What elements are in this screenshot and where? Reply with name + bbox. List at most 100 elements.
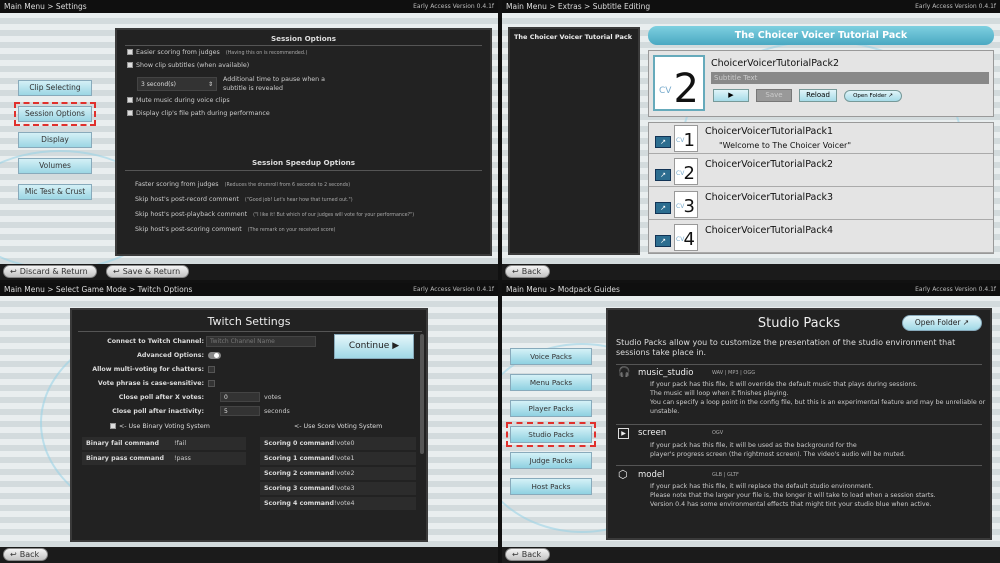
back-button[interactable]: ↩ Back	[3, 548, 49, 561]
clip-name: ChoicerVoicerTutorialPack4	[705, 225, 834, 236]
cv-logo-icon: CV	[676, 170, 685, 177]
checkbox-icon[interactable]	[127, 49, 133, 55]
menu-menu-packs[interactable]: Menu Packs	[510, 374, 592, 391]
cv-logo-icon: CV	[659, 86, 672, 96]
command-label: Scoring 2 command	[264, 470, 335, 477]
menu-volumes[interactable]: Volumes	[18, 158, 92, 174]
case-sensitive-checkbox[interactable]	[208, 380, 215, 387]
speedup-skip-post-playback[interactable]: Skip host's post-playback comment ("I lik…	[135, 211, 414, 218]
scoring-4-row: Scoring 4 command !vote4	[260, 497, 416, 510]
speedup-note: (The remark on your received score)	[247, 228, 336, 233]
advanced-toggle[interactable]	[208, 352, 221, 359]
checkbox-icon[interactable]	[127, 110, 133, 116]
clip-thumbnail: CV 2	[674, 158, 698, 185]
open-folder-button[interactable]: Open Folder ↗	[902, 315, 982, 331]
opt-display-file-path[interactable]: Display clip's file path during performa…	[127, 110, 270, 117]
checkbox-icon[interactable]	[110, 423, 116, 429]
open-folder-button[interactable]: Open Folder ↗	[844, 90, 902, 102]
option-label: <- Use Binary Voting System	[119, 423, 210, 430]
edit-clip-button[interactable]: ↗	[655, 202, 671, 214]
checkbox-icon[interactable]	[127, 62, 133, 68]
menu-host-packs[interactable]: Host Packs	[510, 478, 592, 495]
file-formats: WAV | MP3 | OGG	[712, 370, 756, 376]
edit-clip-button[interactable]: ↗	[655, 235, 671, 247]
scrollbar[interactable]	[420, 334, 424, 454]
command-input[interactable]: !fail	[174, 439, 186, 448]
file-formats: OGV	[712, 430, 724, 436]
menu-voice-packs[interactable]: Voice Packs	[510, 348, 592, 365]
command-input[interactable]: !vote2	[334, 469, 354, 478]
save-return-button[interactable]: ↩ Save & Return	[106, 265, 190, 278]
breadcrumb-bar: Main Menu > Settings Early Access Versio…	[0, 0, 498, 13]
panel-title: Twitch Settings	[207, 315, 291, 328]
breadcrumb-bar: Main Menu > Select Game Mode > Twitch Op…	[0, 283, 498, 296]
speedup-note: (Reduces the drumroll from 6 seconds to …	[224, 183, 351, 188]
command-input[interactable]: !vote0	[334, 439, 354, 448]
pause-seconds-select[interactable]: 3 second(s) ⇕	[137, 77, 217, 91]
menu-session-options[interactable]: Session Options	[14, 102, 96, 126]
list-item[interactable]: ↗ CV 3 ChoicerVoicerTutorialPack3	[649, 189, 993, 220]
return-arrow-icon: ↩	[10, 267, 17, 276]
reload-button[interactable]: Reload	[799, 89, 837, 102]
channel-name-input[interactable]: Twitch Channel Name	[206, 336, 316, 347]
close-votes-input[interactable]: 0	[220, 392, 260, 402]
list-item[interactable]: ↗ CV 4 ChoicerVoicerTutorialPack4	[649, 222, 993, 253]
close-votes-label: Close poll after X votes:	[118, 394, 204, 401]
command-input[interactable]: !vote1	[334, 454, 354, 463]
stepper-icon[interactable]: ⇕	[208, 78, 213, 91]
speedup-skip-post-record[interactable]: Skip host's post-record comment ("Good jo…	[135, 196, 353, 203]
divider	[78, 331, 422, 332]
command-input[interactable]: !vote3	[334, 484, 354, 493]
speedup-note: ("Good job! Let's hear how that turned o…	[244, 198, 353, 203]
list-item[interactable]: ↗ CV 2 ChoicerVoicerTutorialPack2	[649, 156, 993, 187]
clip-number: 1	[683, 130, 695, 151]
opt-easier-scoring[interactable]: Easier scoring from judges (Having this o…	[127, 49, 307, 56]
version-label: Early Access Version 0.4.1f	[413, 3, 494, 10]
button-label: Discard & Return	[19, 267, 88, 276]
menu-studio-packs[interactable]: Studio Packs	[506, 422, 596, 447]
multi-voting-checkbox[interactable]	[208, 366, 215, 373]
seconds-unit: seconds	[264, 408, 290, 415]
binary-fail-row: Binary fail command !fail	[82, 437, 246, 450]
current-clip-editor: CV 2 ChoicerVoicerTutorialPack2 Subtitle …	[648, 50, 994, 117]
save-button[interactable]: Save	[756, 89, 792, 102]
button-label: Back	[521, 267, 542, 276]
cv-logo-icon: CV	[676, 203, 685, 210]
play-button[interactable]: ▶	[713, 89, 749, 102]
menu-player-packs[interactable]: Player Packs	[510, 400, 592, 417]
menu-display[interactable]: Display	[18, 132, 92, 148]
file-name: screen	[638, 428, 667, 438]
menu-clip-selecting[interactable]: Clip Selecting	[18, 80, 92, 96]
session-options-title: Session Options	[270, 34, 337, 43]
speedup-skip-post-scoring[interactable]: Skip host's post-scoring comment (The rem…	[135, 226, 335, 233]
list-item[interactable]: ↗ CV 1 ChoicerVoicerTutorialPack1 "Welcom…	[649, 123, 993, 154]
back-button[interactable]: ↩ Back	[505, 265, 551, 278]
menu-mic-test[interactable]: Mic Test & Crust	[18, 184, 92, 200]
checkbox-icon[interactable]	[127, 97, 133, 103]
pause-value: 3 second(s)	[141, 81, 176, 88]
file-name: model	[638, 470, 665, 480]
edit-clip-button[interactable]: ↗	[655, 169, 671, 181]
button-label: Back	[19, 550, 40, 559]
speedup-faster-scoring[interactable]: Faster scoring from judges (Reduces the d…	[135, 181, 350, 188]
pack-list-item[interactable]: The Choicer Voicer Tutorial Pack	[514, 33, 632, 41]
advanced-label: Advanced Options:	[136, 352, 204, 359]
edit-clip-button[interactable]: ↗	[655, 136, 671, 148]
score-voting-option[interactable]: <- Use Score Voting System	[294, 423, 382, 430]
clip-subtitle: "Welcome to The Choicer Voicer"	[719, 141, 851, 150]
command-input[interactable]: !pass	[174, 454, 191, 463]
opt-show-subtitles[interactable]: Show clip subtitles (when available)	[127, 62, 249, 69]
pack-list-panel: The Choicer Voicer Tutorial Pack	[508, 27, 640, 255]
continue-button[interactable]: Continue ▶	[334, 334, 414, 359]
case-sensitive-label: Vote phrase is case-sensitive:	[97, 380, 204, 387]
clip-name: ChoicerVoicerTutorialPack2	[711, 58, 840, 69]
binary-voting-option[interactable]: <- Use Binary Voting System	[110, 423, 210, 430]
subtitle-text-input[interactable]: Subtitle Text	[711, 72, 989, 84]
menu-judge-packs[interactable]: Judge Packs	[510, 452, 592, 469]
opt-mute-music[interactable]: Mute music during voice clips	[127, 97, 230, 104]
back-button[interactable]: ↩ Back	[505, 548, 551, 561]
inactivity-input[interactable]: 5	[220, 406, 260, 416]
speedup-label: Skip host's post-playback comment	[135, 211, 248, 218]
command-input[interactable]: !vote4	[334, 499, 354, 508]
discard-return-button[interactable]: ↩ Discard & Return	[3, 265, 97, 278]
